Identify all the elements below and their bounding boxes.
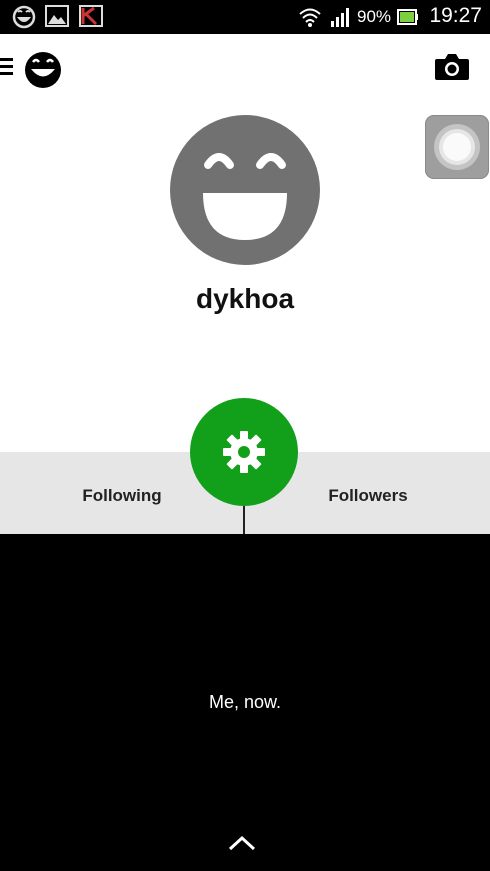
profile-username: dykhoa — [195, 283, 295, 314]
tab-following[interactable]: Following — [42, 486, 202, 506]
wifi-icon — [299, 8, 321, 27]
tab-followers[interactable]: Followers — [288, 486, 448, 506]
status-time: 19:27 — [429, 4, 482, 27]
connector-line — [243, 506, 245, 534]
chevron-up-icon[interactable] — [227, 834, 257, 852]
menu-icon[interactable] — [0, 56, 14, 76]
gallery-icon — [45, 5, 69, 27]
app-bar — [0, 34, 490, 104]
profile-avatar-icon[interactable] — [170, 115, 320, 265]
battery-percent: 90% — [357, 7, 392, 26]
app-logo-icon[interactable] — [22, 50, 66, 90]
antivirus-icon — [79, 5, 103, 27]
assistive-touch-button[interactable] — [425, 115, 489, 179]
camera-icon[interactable] — [434, 52, 470, 82]
assistive-touch-icon — [434, 124, 480, 170]
signal-icon — [331, 8, 349, 27]
smiley-notification-icon — [12, 5, 36, 29]
battery-icon — [397, 9, 418, 25]
status-caption: Me, now. — [208, 692, 282, 712]
status-panel: Me, now. — [0, 534, 490, 871]
gear-icon — [223, 431, 265, 473]
settings-button[interactable] — [190, 398, 298, 506]
status-bar: 90% 19:27 — [0, 0, 490, 34]
